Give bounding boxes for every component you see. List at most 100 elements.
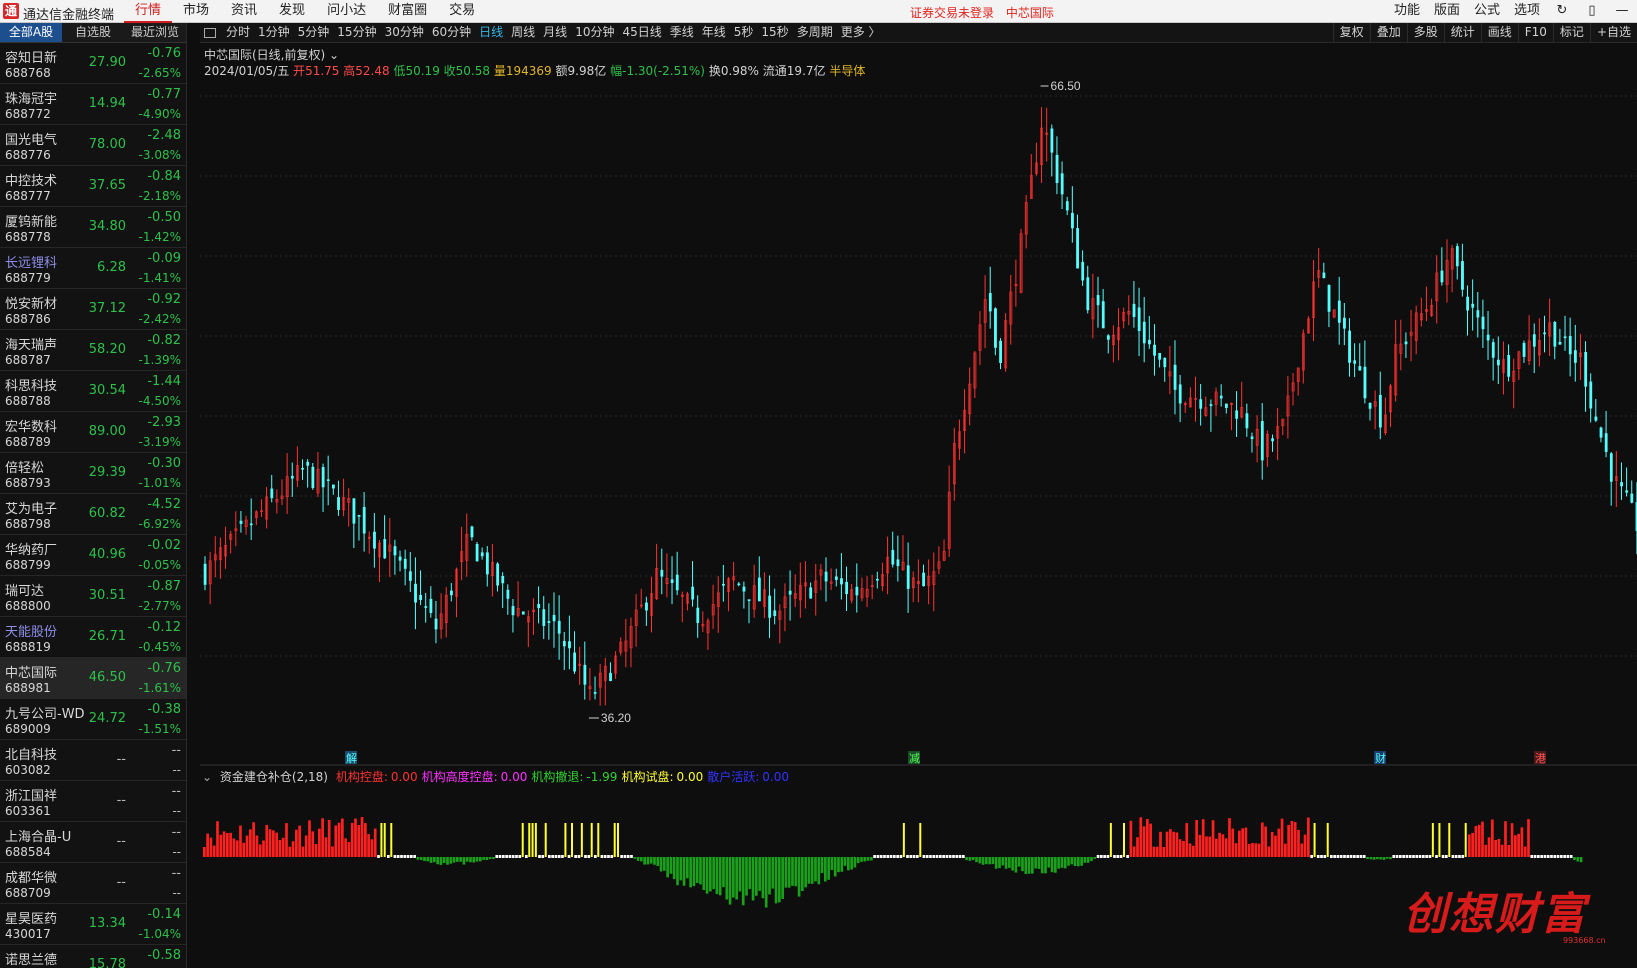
menu-2[interactable]: 资讯 xyxy=(220,0,268,23)
period-16[interactable]: 更多 〉 xyxy=(837,23,885,43)
stock-row[interactable]: 中控技术 688777 37.65 -0.84 -2.18% xyxy=(0,166,186,207)
menu-6[interactable]: 交易 xyxy=(438,0,486,23)
stock-row[interactable]: 浙江国祥 603361 -- -- -- xyxy=(0,781,186,822)
stock-row[interactable]: 珠海冠宇 688772 14.94 -0.77 -4.90% xyxy=(0,84,186,125)
period-0[interactable]: 分时 xyxy=(222,23,254,43)
phone-icon[interactable]: ▯ xyxy=(1577,0,1607,23)
period-9[interactable]: 10分钟 xyxy=(571,23,618,43)
panel-toggle-icon[interactable] xyxy=(204,28,216,38)
bar-down xyxy=(1060,857,1064,868)
period-2[interactable]: 5分钟 xyxy=(294,23,334,43)
stock-row[interactable]: 悦安新材 688786 37.12 -0.92 -2.42% xyxy=(0,289,186,330)
tool-0[interactable]: 复权 xyxy=(1332,23,1370,43)
stock-row[interactable]: 华纳药厂 688799 40.96 -0.02 -0.05% xyxy=(0,535,186,576)
right-menu-3[interactable]: 选项 xyxy=(1507,0,1547,23)
stock-row[interactable]: 天能股份 688819 26.71 -0.12 -0.45% xyxy=(0,617,186,658)
menu-0[interactable]: 行情 xyxy=(124,0,173,23)
candle xyxy=(1004,313,1008,372)
notice-stock[interactable]: 中芯国际 xyxy=(1006,6,1054,20)
candle xyxy=(280,479,284,506)
period-11[interactable]: 季线 xyxy=(666,23,698,43)
bar-up xyxy=(295,829,298,857)
stock-row[interactable]: 艾为电子 688798 60.82 -4.52 -6.92% xyxy=(0,494,186,535)
event-marker[interactable]: 财 xyxy=(1374,751,1386,765)
stock-row[interactable]: 国光电气 688776 78.00 -2.48 -3.08% xyxy=(0,125,186,166)
candle xyxy=(886,536,890,595)
minimize-icon[interactable]: — xyxy=(1607,0,1637,23)
period-13[interactable]: 5秒 xyxy=(730,23,758,43)
stock-row[interactable]: 海天瑞声 688787 58.20 -0.82 -1.39% xyxy=(0,330,186,371)
tool-4[interactable]: 画线 xyxy=(1480,23,1518,43)
stock-price: 30.54 xyxy=(88,383,126,398)
period-3[interactable]: 15分钟 xyxy=(333,23,380,43)
period-7[interactable]: 周线 xyxy=(507,23,539,43)
stock-row[interactable]: 上海合晶-U 688584 -- -- -- xyxy=(0,822,186,863)
stock-row[interactable]: 成都华微 688709 -- -- -- xyxy=(0,863,186,904)
kline-chart[interactable]: 66.50 36.20 解 减 财 港 xyxy=(200,76,1637,766)
stock-row[interactable]: 瑞可达 688800 30.51 -0.87 -2.77% xyxy=(0,576,186,617)
period-1[interactable]: 1分钟 xyxy=(254,23,294,43)
bar-flat xyxy=(932,855,936,858)
bar-down xyxy=(482,857,485,860)
bar-up xyxy=(226,832,229,857)
bar-flat xyxy=(1392,855,1396,858)
period-5[interactable]: 60分钟 xyxy=(428,23,475,43)
period-8[interactable]: 月线 xyxy=(539,23,571,43)
candle xyxy=(1142,297,1146,363)
event-marker[interactable]: 解 xyxy=(345,751,357,765)
right-menu-2[interactable]: 公式 xyxy=(1467,0,1507,23)
candle xyxy=(1286,376,1290,439)
menu-1[interactable]: 市场 xyxy=(172,0,220,23)
tool-1[interactable]: 叠加 xyxy=(1369,23,1407,43)
stock-row[interactable]: 倍轻松 688793 29.39 -0.30 -1.01% xyxy=(0,453,186,494)
candle xyxy=(1219,384,1223,407)
stock-row[interactable]: 九号公司-WD 689009 24.72 -0.38 -1.51% xyxy=(0,699,186,740)
menu-4[interactable]: 问小达 xyxy=(316,0,377,23)
bar-flat xyxy=(942,855,945,858)
indicator-item: 机构高度控盘: 0.00 xyxy=(422,770,528,784)
tool-5[interactable]: F10 xyxy=(1517,23,1553,43)
stock-row[interactable]: 星昊医药 430017 13.34 -0.14 -1.04% xyxy=(0,904,186,945)
stock-row[interactable]: 北自科技 603082 -- -- -- xyxy=(0,740,186,781)
event-marker[interactable]: 减 xyxy=(908,751,920,765)
stock-row[interactable]: 长远锂科 688779 6.28 -0.09 -1.41% xyxy=(0,248,186,289)
stock-row[interactable]: 容知日新 688768 27.90 -0.76 -2.65% xyxy=(0,43,186,84)
bar-down xyxy=(968,857,972,861)
period-10[interactable]: 45日线 xyxy=(618,23,665,43)
login-notice[interactable]: 证券交易未登录 xyxy=(910,6,994,20)
candle xyxy=(1091,273,1095,339)
refresh-icon[interactable]: ↻ xyxy=(1547,0,1577,23)
event-marker[interactable]: 港 xyxy=(1534,751,1546,765)
candle xyxy=(521,611,525,615)
bar-down xyxy=(728,857,732,905)
tool-2[interactable]: 多股 xyxy=(1406,23,1444,43)
period-14[interactable]: 15秒 xyxy=(757,23,792,43)
stock-tab-1[interactable]: 自选股 xyxy=(62,23,124,42)
period-12[interactable]: 年线 xyxy=(698,23,730,43)
bar-up xyxy=(239,825,242,857)
stock-row[interactable]: 厦钨新能 688778 34.80 -0.50 -1.42% xyxy=(0,207,186,248)
stock-tab-2[interactable]: 最近浏览 xyxy=(124,23,186,42)
bar-up xyxy=(1270,831,1274,857)
bar-up xyxy=(216,821,219,857)
menu-3[interactable]: 发现 xyxy=(268,0,316,23)
period-6[interactable]: 日线 xyxy=(475,23,507,43)
stock-tab-0[interactable]: 全部A股 xyxy=(0,23,62,42)
stock-name: 瑞可达 xyxy=(5,584,45,599)
period-15[interactable]: 多周期 xyxy=(793,23,837,43)
stock-row[interactable]: 宏华数科 688789 89.00 -2.93 -3.19% xyxy=(0,412,186,453)
right-menu-0[interactable]: 功能 xyxy=(1387,0,1427,23)
period-4[interactable]: 30分钟 xyxy=(381,23,428,43)
tool-3[interactable]: 统计 xyxy=(1443,23,1481,43)
tool-7[interactable]: +自选 xyxy=(1589,23,1637,43)
candle xyxy=(460,526,464,581)
stock-row[interactable]: 中芯国际 688981 46.50 -0.76 -1.61% xyxy=(0,658,186,699)
tool-6[interactable]: 标记 xyxy=(1552,23,1590,43)
bar-flat xyxy=(1451,855,1455,858)
indicator-collapse-icon[interactable]: ⌄ xyxy=(202,770,212,784)
stock-row[interactable]: 科思科技 688788 30.54 -1.44 -4.50% xyxy=(0,371,186,412)
menu-5[interactable]: 财富圈 xyxy=(377,0,438,23)
chevron-down-icon[interactable]: ⌄ xyxy=(329,48,339,62)
stock-row[interactable]: 诺思兰德 15.78 -0.58 xyxy=(0,945,186,968)
right-menu-1[interactable]: 版面 xyxy=(1427,0,1467,23)
